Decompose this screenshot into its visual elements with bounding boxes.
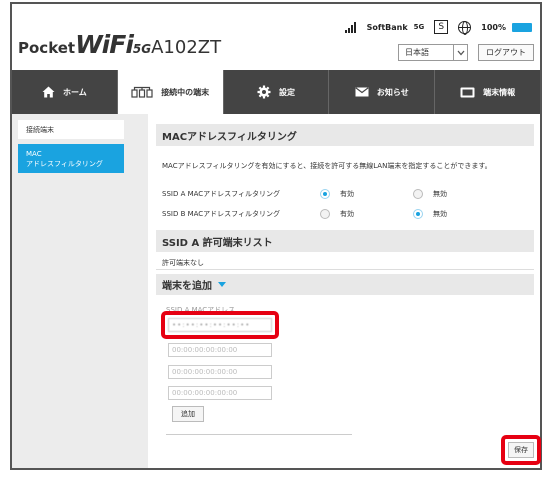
globe-icon	[458, 20, 472, 35]
tab-home[interactable]: ホーム	[12, 70, 118, 114]
divider	[166, 434, 352, 435]
tab-devices-label: 接続中の端末	[161, 87, 210, 97]
mail-icon	[355, 87, 369, 97]
ssid-a-filter-row: SSID A MACアドレスフィルタリング 有効 無効	[156, 184, 534, 204]
radio-button[interactable]	[320, 189, 330, 199]
mac-address-input-3[interactable]: 00:00:00:00:00:00	[168, 365, 272, 379]
radio-button[interactable]	[320, 209, 330, 219]
tab-notifications[interactable]: お知らせ	[329, 70, 436, 114]
highlight-save-button	[501, 435, 541, 465]
tab-notifications-label: お知らせ	[376, 87, 409, 97]
tab-home-label: ホーム	[63, 87, 87, 97]
network-type: 5G	[413, 23, 425, 31]
description-text: MACアドレスフィルタリングを有効にすると、接続を許可する無線LAN端末を指定す…	[162, 162, 492, 170]
add-button[interactable]: 追加	[172, 406, 204, 422]
mac-address-input-4[interactable]: 00:00:00:00:00:00	[168, 386, 272, 400]
radio-button[interactable]	[413, 209, 423, 219]
sidebar-item-label: 接続端末	[26, 125, 54, 134]
status-bar: SoftBank 5G S 100%	[344, 20, 532, 35]
page-title: MACアドレスフィルタリング	[156, 124, 534, 146]
ssid-a-enabled-option[interactable]: 有効	[320, 189, 413, 199]
tab-settings-label: 設定	[278, 87, 295, 97]
allowed-list-title: SSID A 許可端末リスト	[156, 230, 534, 252]
device-info-icon	[460, 87, 475, 97]
gear-icon	[257, 85, 271, 99]
sidebar-item-connected-devices[interactable]: 接続端末	[18, 120, 124, 139]
sidebar-item-mac-filtering[interactable]: MAC アドレスフィルタリング	[18, 144, 124, 173]
language-select[interactable]: 日本語	[398, 44, 468, 61]
product-logo: PocketWiFi5GA102ZT	[18, 30, 222, 59]
add-device-toggle[interactable]: 端末を追加	[156, 274, 534, 295]
highlight-mac-input	[161, 311, 279, 339]
browser-frame: PocketWiFi5GA102ZT SoftBank 5G S 100% 日本…	[10, 2, 542, 470]
ssid-b-disabled-option[interactable]: 無効	[413, 209, 506, 219]
ssid-a-filter-label: SSID A MACアドレスフィルタリング	[162, 190, 281, 198]
tab-device-info[interactable]: 端末情報	[435, 70, 540, 114]
caret-down-icon	[218, 282, 226, 287]
tab-device-info-label: 端末情報	[483, 87, 516, 97]
devices-icon	[131, 86, 153, 98]
ssid-b-filter-row: SSID B MACアドレスフィルタリング 有効 無効	[156, 204, 534, 224]
ssid-b-enabled-option[interactable]: 有効	[320, 209, 413, 219]
radio-button[interactable]	[413, 189, 423, 199]
sidebar: 接続端末 MAC アドレスフィルタリング	[12, 114, 148, 468]
ssid-a-disabled-option[interactable]: 無効	[413, 189, 506, 199]
main-nav: ホーム 接続中の端末 設定 お知らせ 端末情報	[12, 70, 540, 114]
ssid-b-filter-label: SSID B MACアドレスフィルタリング	[162, 210, 281, 218]
chevron-down-icon	[453, 45, 467, 60]
mac-address-input-2[interactable]: 00:00:00:00:00:00	[168, 343, 272, 357]
main-content: MACアドレスフィルタリング MACアドレスフィルタリングを有効にすると、接続を…	[156, 124, 541, 468]
sim-badge: S	[434, 20, 449, 34]
home-icon	[42, 86, 55, 98]
add-device-title: 端末を追加	[162, 281, 212, 292]
signal-strength-icon	[344, 21, 357, 33]
carrier-name: SoftBank	[366, 22, 408, 32]
language-value: 日本語	[405, 48, 429, 57]
tab-devices[interactable]: 接続中の端末	[117, 70, 224, 114]
battery-icon	[512, 22, 532, 32]
allowed-list-empty: 許可端末なし	[156, 252, 534, 270]
logout-button[interactable]: ログアウト	[478, 44, 534, 61]
sidebar-item-label: アドレスフィルタリング	[26, 159, 103, 168]
battery-percent: 100%	[481, 22, 506, 32]
header: PocketWiFi5GA102ZT SoftBank 5G S 100% 日本…	[12, 4, 540, 70]
tab-settings[interactable]: 設定	[224, 70, 330, 114]
sidebar-item-label: MAC	[26, 149, 42, 158]
